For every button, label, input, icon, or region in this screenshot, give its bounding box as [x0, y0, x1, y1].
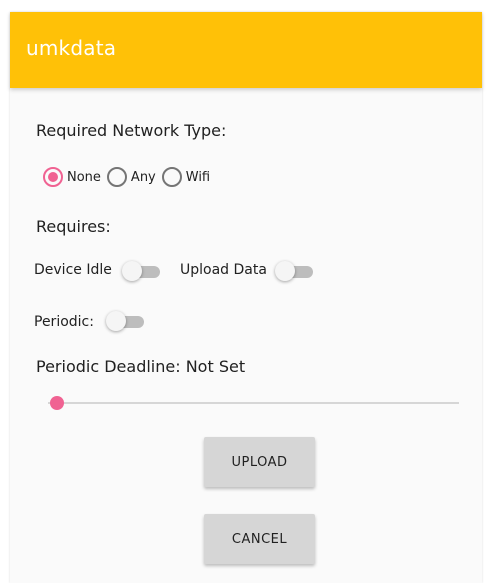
- upload-data-switch[interactable]: [275, 260, 313, 282]
- periodic-deadline-label: Periodic Deadline: Not Set: [36, 357, 246, 376]
- app-window: umkdata Required Network Type: None Any …: [10, 12, 482, 583]
- upload-button[interactable]: UPLOAD: [204, 437, 315, 487]
- upload-data-label: Upload Data: [180, 262, 267, 278]
- deadline-slider-thumb[interactable]: [50, 396, 64, 410]
- requires-label: Requires:: [36, 217, 111, 236]
- app-title: umkdata: [26, 36, 117, 60]
- device-idle-switch[interactable]: [122, 260, 160, 282]
- radio-none[interactable]: None: [43, 167, 101, 187]
- app-bar: umkdata: [10, 12, 482, 88]
- radio-wifi-label: Wifi: [185, 169, 211, 185]
- periodic-switch[interactable]: [106, 310, 144, 332]
- upload-data-switch-thumb: [275, 261, 295, 281]
- network-type-radio-group: None Any Wifi: [43, 162, 216, 192]
- radio-none-indicator: [43, 167, 63, 187]
- network-type-label: Required Network Type:: [36, 121, 227, 140]
- radio-wifi-indicator: [161, 167, 182, 187]
- radio-any-label: Any: [130, 169, 156, 185]
- radio-wifi[interactable]: Wifi: [161, 167, 211, 187]
- radio-none-label: None: [67, 169, 101, 185]
- radio-any[interactable]: Any: [106, 167, 156, 187]
- periodic-label: Periodic:: [34, 314, 94, 330]
- radio-any-indicator: [106, 167, 127, 187]
- device-idle-label: Device Idle: [34, 262, 112, 278]
- periodic-switch-thumb: [106, 311, 126, 331]
- cancel-button[interactable]: CANCEL: [204, 514, 315, 564]
- deadline-slider-track[interactable]: [48, 402, 459, 404]
- device-idle-switch-thumb: [122, 261, 142, 281]
